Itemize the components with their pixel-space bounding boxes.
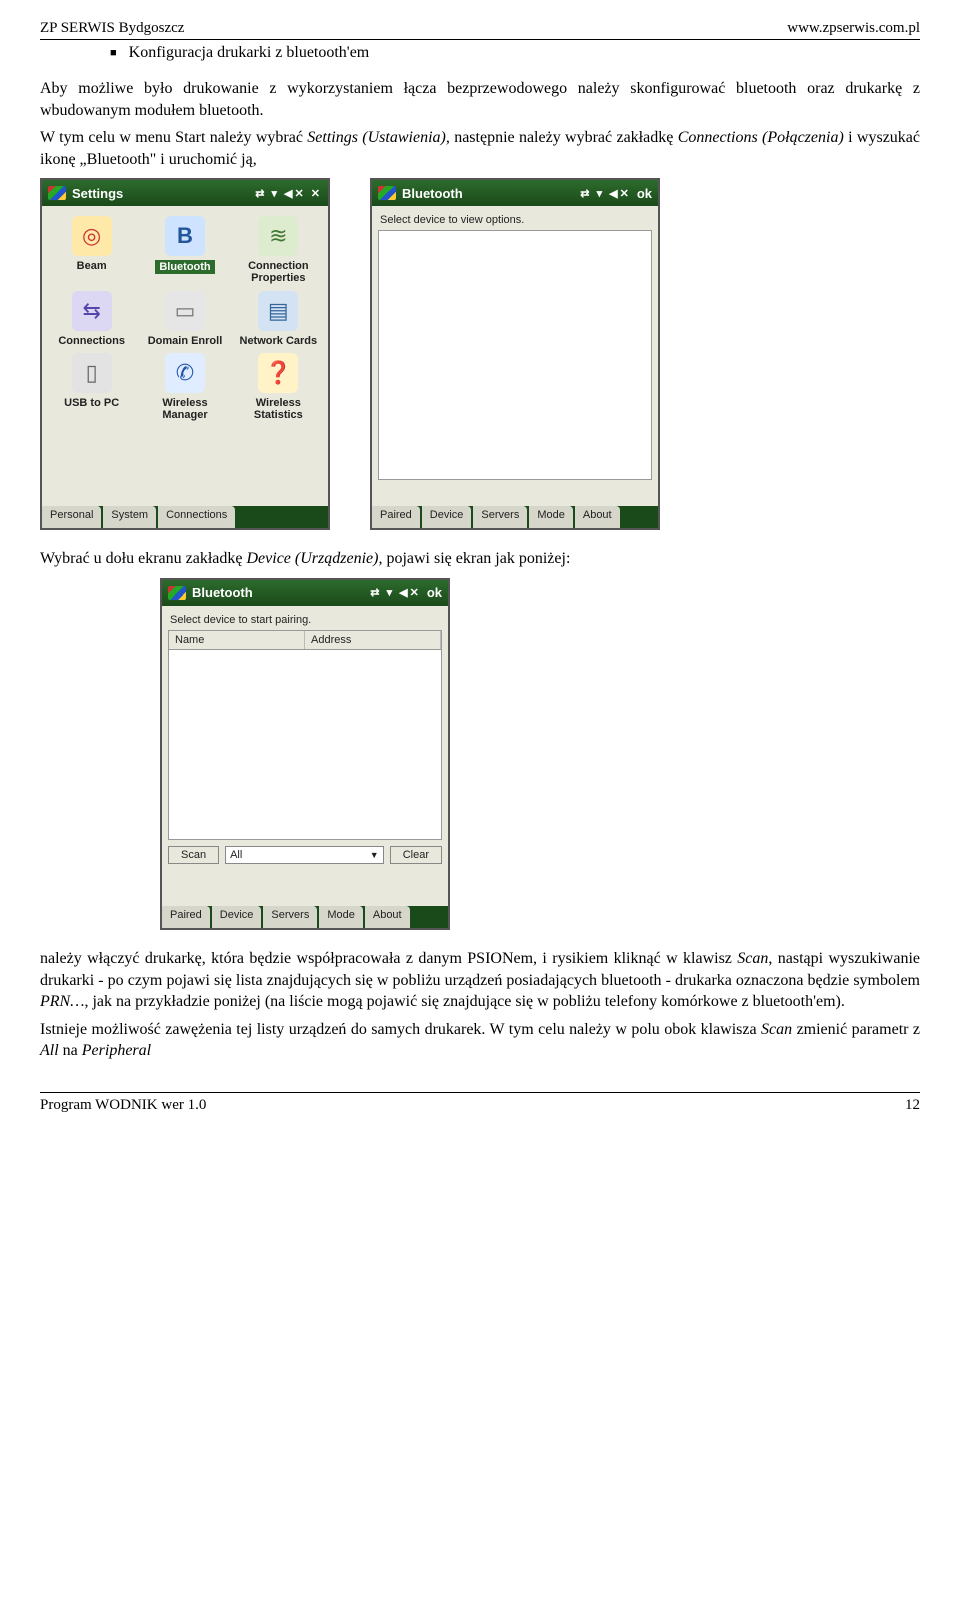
tab-paired[interactable]: Paired xyxy=(372,506,420,528)
tab-about[interactable]: About xyxy=(365,906,410,928)
windows-flag-icon xyxy=(378,186,396,200)
tab-mode[interactable]: Mode xyxy=(529,506,573,528)
icon-wireless-stats[interactable]: ❓Wireless Statistics xyxy=(235,353,322,421)
bt2-title: Bluetooth xyxy=(192,585,253,600)
col-address: Address xyxy=(305,631,441,649)
clear-button[interactable]: Clear xyxy=(390,846,442,864)
paragraph-3: należy włączyć drukarkę, która będzie ws… xyxy=(40,948,920,1013)
settings-client: ◎Beam BBluetooth ≋Connection Properties … xyxy=(42,206,328,506)
filter-value: All xyxy=(230,849,242,861)
tab-connections[interactable]: Connections xyxy=(158,506,235,528)
bt2-titlebar: Bluetooth ⇄ ▾ ◀✕ ok xyxy=(162,580,448,606)
tab-personal[interactable]: Personal xyxy=(42,506,101,528)
paragraph-4: Istnieje możliwość zawężenia tej listy u… xyxy=(40,1019,920,1062)
tab-system[interactable]: System xyxy=(103,506,156,528)
icon-connection-props[interactable]: ≋Connection Properties xyxy=(235,216,322,284)
bt1-titlebar: Bluetooth ⇄ ▾ ◀✕ ok xyxy=(372,180,658,206)
bluetooth-window-2: Bluetooth ⇄ ▾ ◀✕ ok Select device to sta… xyxy=(160,578,450,930)
col-name: Name xyxy=(169,631,305,649)
tab-servers[interactable]: Servers xyxy=(473,506,527,528)
windows-flag-icon xyxy=(168,586,186,600)
status-icons: ⇄ ▾ ◀✕ xyxy=(580,187,631,200)
status-icons: ⇄ ▾ ◀✕ xyxy=(370,586,421,599)
bt1-client: Select device to view options. xyxy=(372,206,658,506)
header-left: ZP SERWIS Bydgoszcz xyxy=(40,20,184,37)
tab-paired[interactable]: Paired xyxy=(162,906,210,928)
ok-button[interactable]: ok xyxy=(637,186,652,201)
tab-mode[interactable]: Mode xyxy=(319,906,363,928)
wireless-manager-icon: ✆ xyxy=(165,353,205,393)
bt2-client: Select device to start pairing. Name Add… xyxy=(162,606,448,906)
paragraph-2: W tym celu w menu Start należy wybrać Se… xyxy=(40,127,920,170)
section-bullet: ■ Konfiguracja drukarki z bluetooth'em xyxy=(40,44,920,62)
icon-wireless-manager[interactable]: ✆Wireless Manager xyxy=(141,353,228,421)
domain-enroll-icon: ▭ xyxy=(165,291,205,331)
icon-connections[interactable]: ⇆Connections xyxy=(48,291,135,347)
chevron-down-icon: ▼ xyxy=(370,850,379,860)
settings-titlebar: Settings ⇄ ▾ ◀✕ ✕ xyxy=(42,180,328,206)
bt1-listbox[interactable] xyxy=(378,230,652,480)
screenshot-row-2: Bluetooth ⇄ ▾ ◀✕ ok Select device to sta… xyxy=(40,578,920,930)
windows-flag-icon xyxy=(48,186,66,200)
settings-icon-grid: ◎Beam BBluetooth ≋Connection Properties … xyxy=(42,206,328,430)
paragraph-1: Aby możliwe było drukowanie z wykorzysta… xyxy=(40,78,920,121)
icon-network-cards[interactable]: ▤Network Cards xyxy=(235,291,322,347)
bt1-message: Select device to view options. xyxy=(372,206,658,230)
scan-button[interactable]: Scan xyxy=(168,846,219,864)
tab-servers[interactable]: Servers xyxy=(263,906,317,928)
connection-props-icon: ≋ xyxy=(258,216,298,256)
tab-about[interactable]: About xyxy=(575,506,620,528)
footer-left: Program WODNIK wer 1.0 xyxy=(40,1097,206,1114)
bluetooth-window-1: Bluetooth ⇄ ▾ ◀✕ ok Select device to vie… xyxy=(370,178,660,530)
wireless-stats-icon: ❓ xyxy=(258,353,298,393)
page-header: ZP SERWIS Bydgoszcz www.zpserwis.com.pl xyxy=(40,20,920,40)
bluetooth-icon: B xyxy=(165,216,205,256)
screenshot-row-1: Settings ⇄ ▾ ◀✕ ✕ ◎Beam BBluetooth ≋Conn… xyxy=(40,178,920,530)
icon-domain-enroll[interactable]: ▭Domain Enroll xyxy=(141,291,228,347)
bt2-list-header: Name Address xyxy=(169,631,441,650)
icon-bluetooth[interactable]: BBluetooth xyxy=(141,216,228,284)
settings-tabs: Personal System Connections xyxy=(42,506,328,528)
settings-title: Settings xyxy=(72,186,123,201)
bt1-title: Bluetooth xyxy=(402,186,463,201)
page-footer: Program WODNIK wer 1.0 12 xyxy=(40,1092,920,1114)
ok-button[interactable]: ok xyxy=(427,585,442,600)
icon-usb-to-pc[interactable]: ▯USB to PC xyxy=(48,353,135,421)
connections-icon: ⇆ xyxy=(72,291,112,331)
bt1-tabs: Paired Device Servers Mode About xyxy=(372,506,658,528)
bt2-message: Select device to start pairing. xyxy=(162,606,448,630)
footer-page: 12 xyxy=(905,1097,920,1114)
usb-icon: ▯ xyxy=(72,353,112,393)
caption-device-tab: Wybrać u dołu ekranu zakładkę Device (Ur… xyxy=(40,548,920,570)
bt2-controls: Scan All ▼ Clear xyxy=(162,840,448,870)
status-icons: ⇄ ▾ ◀✕ ✕ xyxy=(255,187,322,200)
section-title: Konfiguracja drukarki z bluetooth'em xyxy=(129,44,370,62)
icon-beam[interactable]: ◎Beam xyxy=(48,216,135,284)
filter-select[interactable]: All ▼ xyxy=(225,846,384,864)
header-right: www.zpserwis.com.pl xyxy=(787,20,920,37)
network-cards-icon: ▤ xyxy=(258,291,298,331)
beam-icon: ◎ xyxy=(72,216,112,256)
bt2-tabs: Paired Device Servers Mode About xyxy=(162,906,448,928)
bullet-square-icon: ■ xyxy=(110,47,117,59)
bt2-listbox[interactable]: Name Address xyxy=(168,630,442,840)
tab-device[interactable]: Device xyxy=(212,906,262,928)
tab-device[interactable]: Device xyxy=(422,506,472,528)
settings-window: Settings ⇄ ▾ ◀✕ ✕ ◎Beam BBluetooth ≋Conn… xyxy=(40,178,330,530)
